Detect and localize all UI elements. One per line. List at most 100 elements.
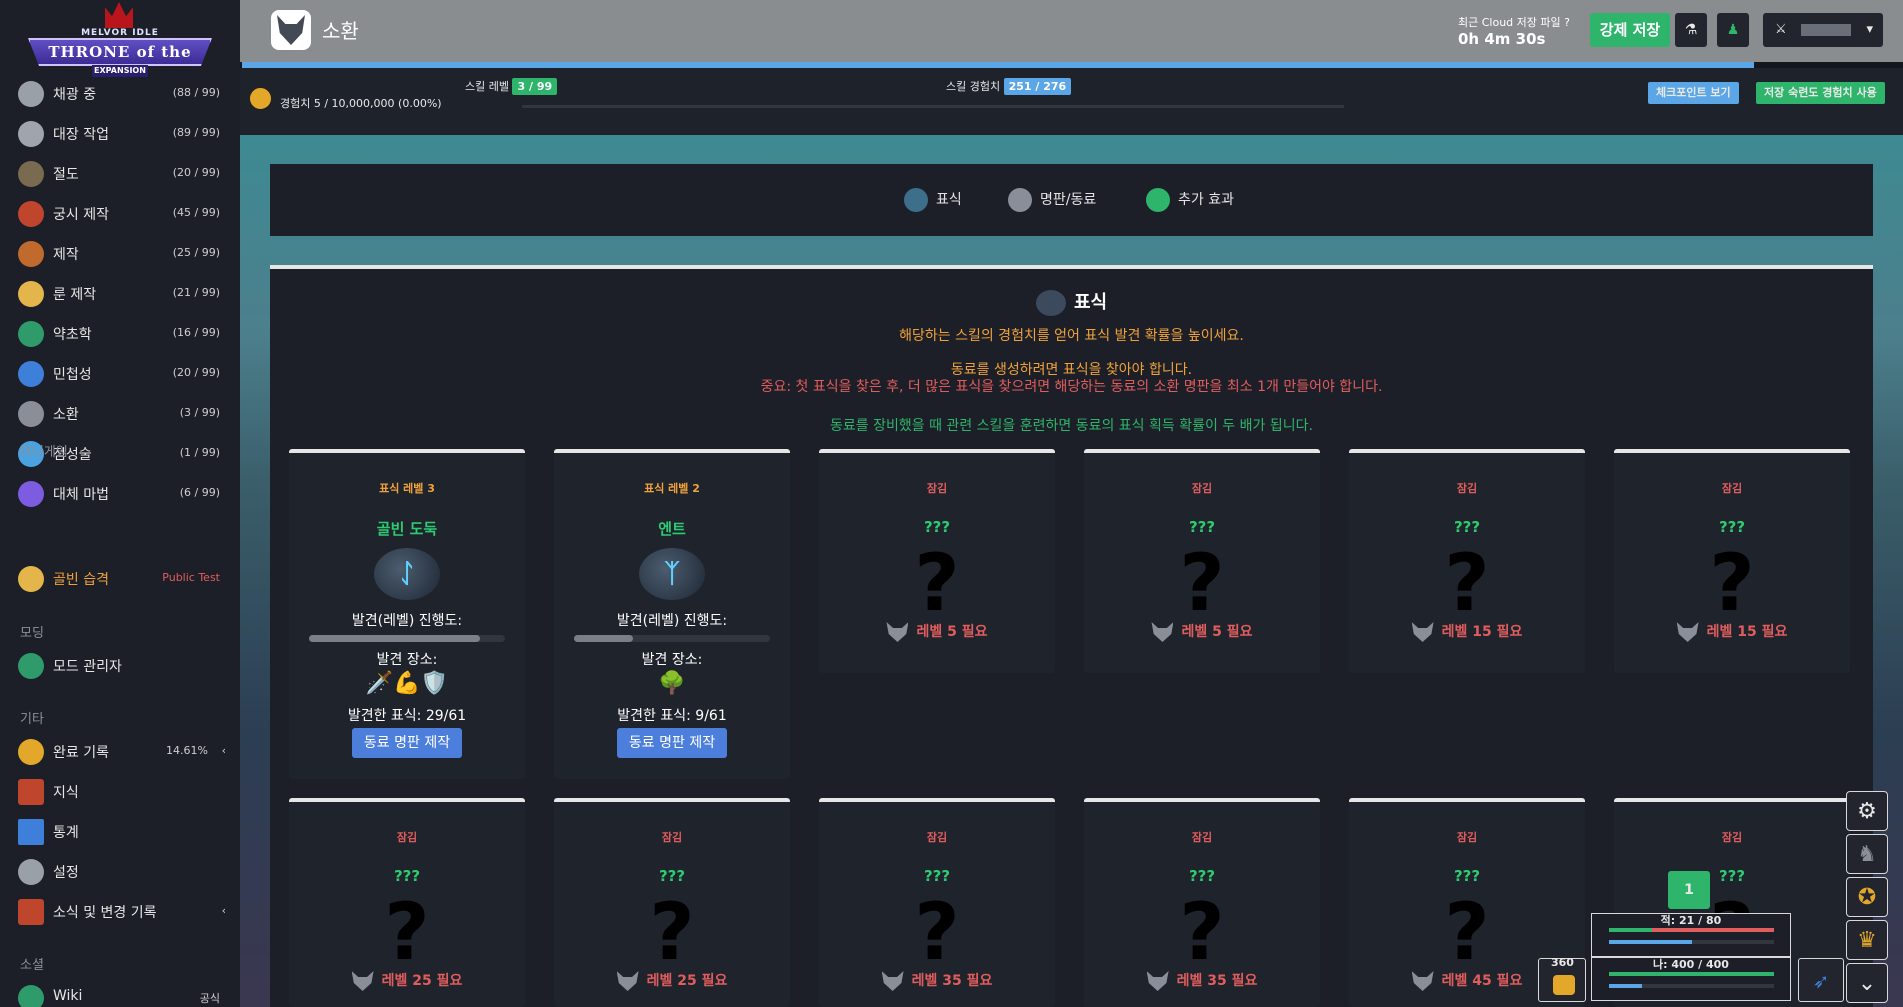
- sidebar-item-label: 궁시 제작: [53, 207, 109, 223]
- sidebar-item-skill[interactable]: 약초학 (16 / 99): [0, 313, 240, 353]
- mark-icon: [1035, 290, 1066, 316]
- enemy-hp-fill: [1609, 928, 1652, 932]
- collapse-button[interactable]: ⌄: [1846, 963, 1888, 1003]
- sidebar-item-label: 채광 중: [53, 87, 97, 103]
- sidebar-item-label: 절도: [53, 167, 79, 183]
- summoning-quick-button[interactable]: ♞: [1846, 834, 1888, 874]
- equipment-button[interactable]: ♟: [1717, 13, 1749, 47]
- rune-icon: ᛉ: [639, 548, 705, 600]
- sidebar-item-stats[interactable]: 통계: [0, 811, 240, 851]
- view-checkpoints-button[interactable]: 체크포인트 보기: [1648, 82, 1739, 104]
- sidebar-item-label: 소환: [53, 407, 79, 423]
- force-save-button[interactable]: 강제 저장: [1590, 13, 1670, 47]
- sidebar: MELVOR IDLE THRONE of the HERALD EXPANSI…: [0, 0, 240, 1007]
- locked-label: 잠김: [1721, 831, 1743, 844]
- skill-level: (6 / 99): [179, 486, 220, 499]
- locked-label: 잠김: [1191, 482, 1213, 495]
- enemy-hp-panel: 적: 21 / 80: [1591, 913, 1791, 957]
- familiar-name: 엔트: [658, 520, 686, 538]
- familiar-name-hidden: ???: [923, 867, 951, 885]
- sidebar-item-settings[interactable]: 설정: [0, 851, 240, 891]
- tab-label: 표식: [936, 192, 962, 208]
- sidebar-item-news[interactable]: 소식 및 변경 기록 ‹: [0, 891, 240, 931]
- medal-icon: ✪: [1857, 885, 1877, 910]
- tab-tablets[interactable]: 명판/동료: [1008, 188, 1096, 212]
- medal-quick-button[interactable]: ✪: [1846, 877, 1888, 917]
- potion-button[interactable]: ⚗: [1675, 13, 1707, 47]
- locked-label: 잠김: [661, 831, 683, 844]
- locked-mark-card: 잠김???? 레벨 5 필요: [819, 449, 1055, 673]
- game-logo[interactable]: MELVOR IDLE THRONE of the HERALD EXPANSI…: [20, 0, 220, 78]
- megaphone-icon: [18, 899, 44, 925]
- tab-synergies[interactable]: 추가 효과: [1146, 188, 1234, 212]
- sidebar-item-completion[interactable]: 완료 기록 14.61% ‹: [0, 731, 240, 771]
- panel-title-text: 표식: [1073, 292, 1108, 313]
- skill-level: (3 / 99): [179, 406, 220, 419]
- locked-label: 잠김: [1191, 831, 1213, 844]
- trophy-icon: [248, 86, 273, 111]
- level-requirement-text: 레벨 5 필요: [916, 624, 988, 640]
- discovery-progress-bar: [574, 635, 770, 642]
- sidebar-item-skill[interactable]: 민첩성 (20 / 99): [0, 353, 240, 393]
- skill-stats-bar: 스킬 레벨 3 / 99 스킬 경험치 251 / 276 경험치 5 / 10…: [240, 68, 1903, 135]
- sidebar-item-skill[interactable]: 룬 제작 (21 / 99): [0, 273, 240, 313]
- logo-line2: THRONE of the HERALD: [28, 38, 212, 66]
- enemy-hp-text: 적: 21 / 80: [1660, 914, 1722, 927]
- create-tablet-button[interactable]: 동료 명판 제작: [617, 728, 727, 758]
- wizard-hat-icon: [18, 481, 44, 507]
- tab-marks[interactable]: 표식: [904, 188, 962, 212]
- chevron-left-icon: ‹: [221, 904, 226, 917]
- gear-icon: [18, 859, 44, 885]
- mod-icon: [18, 653, 44, 679]
- help-icon[interactable]: ?: [1564, 16, 1570, 29]
- wolf-icon: [1676, 622, 1699, 642]
- agility-icon: [18, 361, 44, 387]
- sidebar-item-mod-manager[interactable]: 모드 관리자: [0, 645, 240, 685]
- mastery-progress-bar: [522, 105, 1344, 108]
- locked-mark-card: 잠김???? 레벨 35 필요: [1084, 798, 1320, 1007]
- sidebar-item-label: 통계: [53, 825, 79, 841]
- familiar-name-hidden: ???: [1718, 867, 1746, 885]
- level-requirement-text: 레벨 35 필요: [911, 973, 993, 989]
- locked-label: 잠김: [396, 831, 418, 844]
- sidebar-item-skill[interactable]: 제작 (25 / 99): [0, 233, 240, 273]
- sidebar-item-label: 지식: [53, 785, 79, 801]
- mark-level: 표식 레벨 3: [379, 482, 435, 495]
- sidebar-item-skill[interactable]: 대장 작업 (89 / 99): [0, 113, 240, 153]
- sidebar-item-goblin-raid[interactable]: 골빈 습격 Public Test: [0, 558, 240, 598]
- goblin-icon: [18, 566, 44, 592]
- category-mod: 모딩: [20, 626, 44, 641]
- thief-icon: [18, 161, 44, 187]
- spend-mastery-xp-button[interactable]: 저장 숙련도 경험치 사용: [1756, 82, 1885, 104]
- crossed-swords-icon: ⚔: [1775, 22, 1787, 37]
- player-hp-fill: [1609, 972, 1774, 976]
- level-requirement: 레벨 5 필요: [819, 621, 1055, 642]
- settings-quick-button[interactable]: ⚙: [1846, 791, 1888, 831]
- account-dropdown[interactable]: ⚔ ▾: [1763, 13, 1883, 47]
- level-requirement: 레벨 25 필요: [289, 970, 525, 991]
- bow-icon: [18, 201, 44, 227]
- sidebar-item-skill[interactable]: 절도 (20 / 99): [0, 153, 240, 193]
- sidebar-item-skill[interactable]: 대체 마법 (6 / 99): [0, 473, 240, 513]
- question-mark-icon: ?: [1709, 539, 1755, 629]
- info-line-4: 동료를 장비했을 때 관련 스킬을 훈련하면 동료의 표식 획득 확률이 두 배…: [830, 418, 1313, 434]
- create-tablet-button[interactable]: 동료 명판 제작: [352, 728, 462, 758]
- wolf-icon: [1008, 188, 1032, 212]
- food-button[interactable]: 360: [1538, 956, 1586, 1002]
- trophy-quick-button[interactable]: ♛: [1846, 920, 1888, 960]
- username-redacted: [1801, 24, 1851, 36]
- enemy-hp-bar: [1609, 928, 1774, 932]
- food-icon: [1553, 975, 1575, 995]
- sidebar-item-lore[interactable]: 지식: [0, 771, 240, 811]
- level-requirement: 레벨 5 필요: [1084, 621, 1320, 642]
- agility-quick-button[interactable]: ➶: [1798, 958, 1844, 1002]
- sidebar-item-skill[interactable]: 소환 (3 / 99): [0, 393, 240, 433]
- sidebar-item-skill[interactable]: 채광 중 (88 / 99): [0, 73, 240, 113]
- enemy-attack-bar: [1609, 940, 1774, 944]
- skill-level: (20 / 99): [172, 166, 220, 179]
- player-hp-bar: [1609, 972, 1774, 976]
- bar-chart-icon: [18, 819, 44, 845]
- sidebar-item-skill[interactable]: 궁시 제작 (45 / 99): [0, 193, 240, 233]
- locked-mark-card: 잠김???? 레벨 5 필요: [1084, 449, 1320, 673]
- sidebar-item-wiki[interactable]: Wiki 공식: [0, 977, 240, 1007]
